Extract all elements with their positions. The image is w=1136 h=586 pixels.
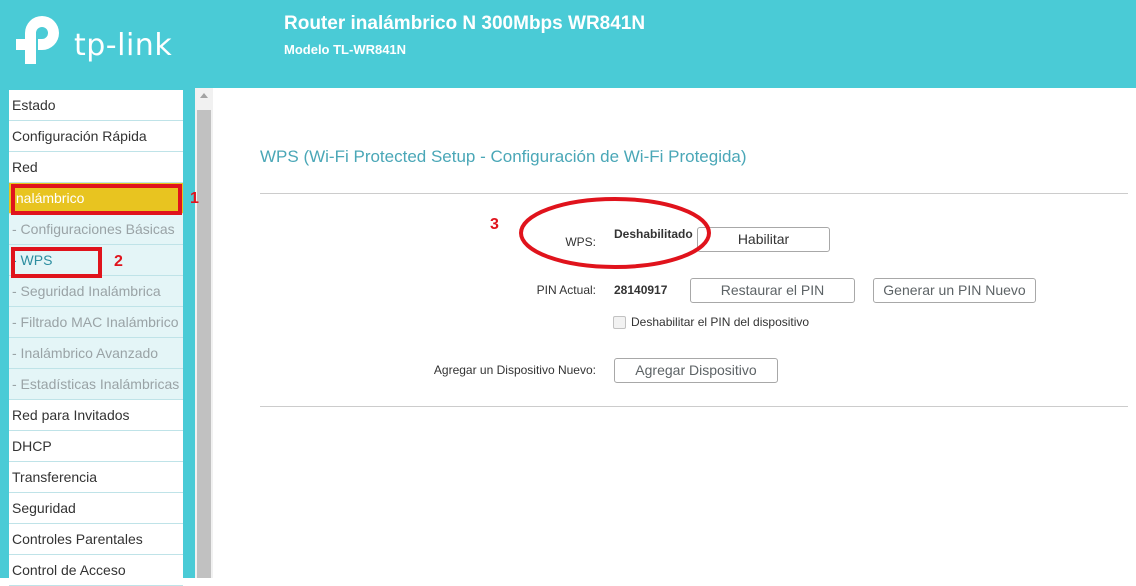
sidebar-item-red-invitados[interactable]: Red para Invitados bbox=[9, 400, 183, 431]
router-title: Router inalámbrico N 300Mbps WR841N bbox=[284, 13, 646, 34]
sidebar-item-controles-parentales[interactable]: Controles Parentales bbox=[9, 524, 183, 555]
sidebar-item-seguridad-inalambrica[interactable]: - Seguridad Inalámbrica bbox=[9, 276, 183, 307]
tp-link-logo-icon bbox=[16, 16, 59, 64]
scroll-up-arrow-icon[interactable] bbox=[200, 93, 208, 98]
router-model: Modelo TL-WR841N bbox=[284, 42, 407, 57]
sidebar-item-red[interactable]: Red bbox=[9, 152, 183, 183]
tp-link-logo: tp-link bbox=[16, 14, 216, 74]
disable-pin-checkbox[interactable] bbox=[613, 316, 626, 329]
annotation-number-2: 2 bbox=[114, 253, 123, 270]
sidebar-item-inalambrico-avanzado[interactable]: - Inalámbrico Avanzado bbox=[9, 338, 183, 369]
scroll-thumb[interactable] bbox=[197, 110, 211, 578]
divider-bottom bbox=[260, 406, 1128, 407]
sidebar-item-filtrado-mac[interactable]: - Filtrado MAC Inalámbrico bbox=[9, 307, 183, 338]
annotation-ellipse-wps-status bbox=[519, 197, 711, 269]
restore-pin-button[interactable]: Restaurar el PIN bbox=[690, 278, 855, 303]
annotation-box-wps bbox=[11, 247, 102, 278]
annotation-number-3: 3 bbox=[490, 216, 499, 233]
header-bar: tp-link Router inalámbrico N 300Mbps WR8… bbox=[0, 0, 1136, 88]
generate-pin-button[interactable]: Generar un PIN Nuevo bbox=[873, 278, 1036, 303]
sidebar-item-seguridad[interactable]: Seguridad bbox=[9, 493, 183, 524]
pin-value: 28140917 bbox=[614, 283, 668, 297]
pin-label: PIN Actual: bbox=[536, 283, 596, 297]
add-device-label: Agregar un Dispositivo Nuevo: bbox=[433, 363, 596, 377]
sidebar-menu: Estado Configuración Rápida Red Inalámbr… bbox=[9, 90, 183, 586]
sidebar-item-estado[interactable]: Estado bbox=[9, 90, 183, 121]
sidebar-item-control-acceso[interactable]: Control de Acceso bbox=[9, 555, 183, 586]
sidebar-item-configuracion-rapida[interactable]: Configuración Rápida bbox=[9, 121, 183, 152]
disable-pin-checkbox-label[interactable]: Deshabilitar el PIN del dispositivo bbox=[631, 315, 809, 329]
page-title: WPS (Wi-Fi Protected Setup - Configuraci… bbox=[260, 147, 747, 166]
sidebar-item-estadisticas[interactable]: - Estadísticas Inalámbricas bbox=[9, 369, 183, 400]
annotation-number-1: 1 bbox=[190, 190, 199, 207]
logo-text: tp-link bbox=[74, 28, 173, 63]
sidebar-item-transferencia[interactable]: Transferencia bbox=[9, 462, 183, 493]
sidebar-scrollbar[interactable] bbox=[195, 88, 213, 578]
enable-wps-button[interactable]: Habilitar bbox=[697, 227, 830, 252]
annotation-box-inalambrico bbox=[11, 184, 182, 215]
sidebar-item-dhcp[interactable]: DHCP bbox=[9, 431, 183, 462]
sidebar-item-configuraciones-basicas[interactable]: - Configuraciones Básicas bbox=[9, 214, 183, 245]
add-device-button[interactable]: Agregar Dispositivo bbox=[614, 358, 778, 383]
